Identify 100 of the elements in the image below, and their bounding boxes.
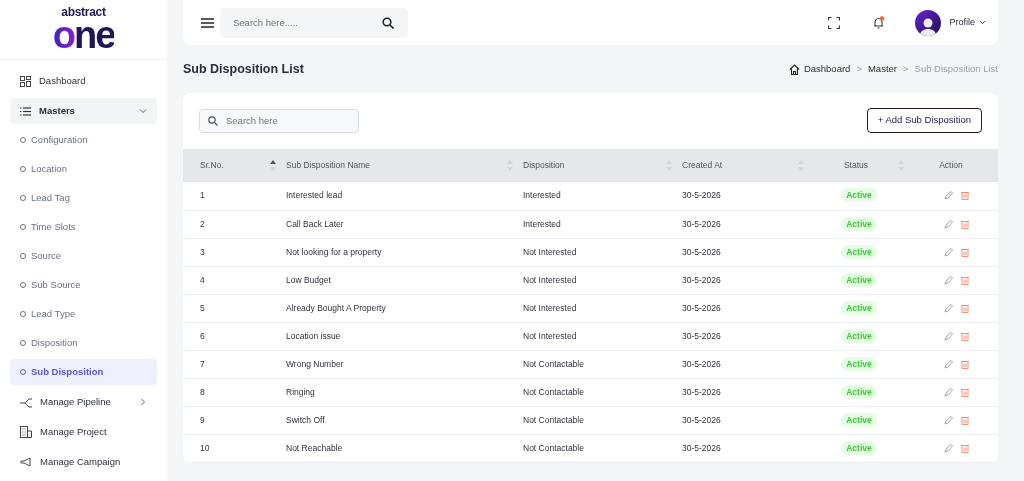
table-cell: Not Contactable xyxy=(523,358,584,369)
fullscreen-icon[interactable] xyxy=(828,16,841,29)
pencil-icon[interactable] xyxy=(943,191,953,201)
pencil-icon[interactable] xyxy=(943,247,953,257)
table-search-field[interactable]: Search here xyxy=(199,108,359,133)
table-cell: 30-5-2026 xyxy=(682,302,721,313)
sort-ascending-icon xyxy=(270,160,276,171)
table-cell: 30-5-2026 xyxy=(682,218,721,229)
status-badge: Active xyxy=(841,328,877,343)
sidebar-subitem[interactable]: Sub Source xyxy=(10,272,157,298)
table-cell: Low Budget xyxy=(286,274,331,285)
pencil-icon[interactable] xyxy=(943,443,953,453)
table-cell: 5 xyxy=(200,302,205,313)
chevron-down-icon xyxy=(139,107,147,115)
status-badge: Active xyxy=(841,188,877,203)
table-cell: 9 xyxy=(200,414,205,425)
list-icon xyxy=(20,106,31,116)
sidebar-item[interactable]: Masters xyxy=(10,98,157,124)
chevron-down-icon xyxy=(979,19,986,26)
table-cell: 8 xyxy=(200,386,205,397)
sidebar-subitem[interactable]: Lead Type xyxy=(10,301,157,327)
sidebar-item[interactable]: Manage Pipeline xyxy=(10,389,157,415)
table-cell: 10 xyxy=(200,442,210,453)
table-cell: Switch Off xyxy=(286,414,325,425)
chevron-right-icon xyxy=(139,398,147,406)
megaphone-icon xyxy=(20,457,32,467)
pencil-icon[interactable] xyxy=(943,387,953,397)
breadcrumb-separator: > xyxy=(856,61,862,76)
status-badge: Active xyxy=(841,272,877,287)
table-cell: Not Contactable xyxy=(523,442,584,453)
table-cell: 2 xyxy=(200,218,205,229)
column-header[interactable]: Created At xyxy=(682,149,814,182)
profile-menu[interactable]: Profile xyxy=(915,9,986,36)
table-cell: 30-5-2026 xyxy=(682,274,721,285)
pencil-icon[interactable] xyxy=(943,275,953,285)
breadcrumb-separator: > xyxy=(903,61,909,76)
status-badge: Active xyxy=(841,300,877,315)
table-cell: 30-5-2026 xyxy=(682,358,721,369)
grid-icon xyxy=(20,75,31,87)
column-header[interactable]: Sr.No. xyxy=(183,149,286,182)
table-cell: 30-5-2026 xyxy=(682,386,721,397)
trash-icon[interactable] xyxy=(960,247,969,257)
sidebar-subitem[interactable]: Configuration xyxy=(10,127,157,153)
pencil-icon[interactable] xyxy=(943,331,953,341)
sidebar-item[interactable]: Dashboard xyxy=(10,68,157,94)
breadcrumb-link[interactable]: Dashboard xyxy=(788,61,851,77)
status-badge: Active xyxy=(841,384,877,399)
trash-icon[interactable] xyxy=(960,387,969,397)
status-badge: Active xyxy=(841,440,877,455)
trash-icon[interactable] xyxy=(960,191,969,201)
table-cell: Not Interested xyxy=(523,274,577,285)
trash-icon[interactable] xyxy=(960,359,969,369)
trash-icon[interactable] xyxy=(960,303,969,313)
column-header[interactable]: Action xyxy=(914,149,998,182)
table-cell: Not Contactable xyxy=(523,414,584,425)
add-button[interactable]: + Add Sub Disposition xyxy=(866,108,982,133)
search-icon xyxy=(382,16,394,29)
sidebar-subitem[interactable]: Time Slots xyxy=(10,214,157,240)
trash-icon[interactable] xyxy=(960,331,969,341)
table-cell: 1 xyxy=(200,190,205,201)
table-cell: Not Interested xyxy=(523,330,577,341)
sidebar-item[interactable]: Manage Campaign xyxy=(10,449,157,475)
status-badge: Active xyxy=(841,356,877,371)
bell-icon[interactable] xyxy=(872,16,886,29)
home-icon xyxy=(788,63,800,75)
menu-icon[interactable] xyxy=(201,17,214,28)
table-cell: Not Contactable xyxy=(523,386,584,397)
sidebar-subitem[interactable]: Disposition xyxy=(10,330,157,356)
table-cell: Not Interested xyxy=(523,246,577,257)
search-field[interactable]: Search here..... xyxy=(220,7,408,38)
table-cell: Call Back Later xyxy=(286,218,344,229)
sidebar-subitem[interactable]: Sub Disposition xyxy=(10,359,157,385)
trash-icon[interactable] xyxy=(960,415,969,425)
building-icon xyxy=(20,426,32,438)
status-badge: Active xyxy=(841,244,877,259)
column-header[interactable]: Sub Disposition Name xyxy=(286,149,523,182)
breadcrumb-link[interactable]: Master xyxy=(867,61,897,77)
trash-icon[interactable] xyxy=(960,275,969,285)
table-cell: 7 xyxy=(200,358,205,369)
sidebar-item[interactable]: Manage Project xyxy=(10,419,157,445)
table-cell: 6 xyxy=(200,330,205,341)
table-cell: Interested lead xyxy=(286,190,343,201)
sidebar-subitem[interactable]: Location xyxy=(10,156,157,182)
status-badge: Active xyxy=(841,216,877,231)
pencil-icon[interactable] xyxy=(943,303,953,313)
logo-text: abstract xyxy=(61,6,106,18)
table-cell: Ringing xyxy=(286,386,315,397)
pencil-icon[interactable] xyxy=(943,359,953,369)
table-cell: Not Interested xyxy=(523,302,577,313)
branch-icon xyxy=(20,396,32,408)
pencil-icon[interactable] xyxy=(943,415,953,425)
pencil-icon[interactable] xyxy=(943,219,953,229)
trash-icon[interactable] xyxy=(960,443,969,453)
column-header[interactable]: Disposition xyxy=(523,149,682,182)
table-cell: Not Reachable xyxy=(286,442,343,453)
sidebar-subitem[interactable]: Source xyxy=(10,243,157,269)
sidebar-subitem[interactable]: Lead Tag xyxy=(10,185,157,211)
column-header[interactable]: Status xyxy=(814,149,914,182)
table-cell: Interested xyxy=(523,190,561,201)
trash-icon[interactable] xyxy=(960,219,969,229)
